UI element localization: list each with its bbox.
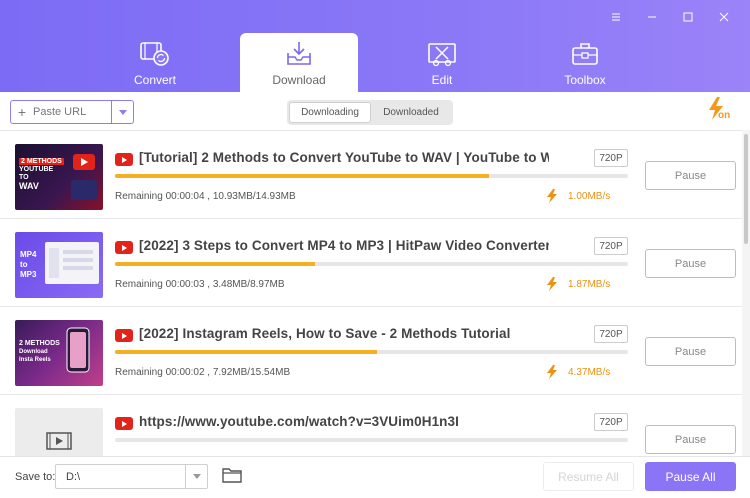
window-controls <box>608 9 732 25</box>
save-to-label: Save to: <box>15 471 56 483</box>
video-thumbnail <box>15 408 103 456</box>
download-item: https://www.youtube.com/watch?v=3VUim0H1… <box>0 395 742 456</box>
lightning-icon <box>547 277 557 291</box>
save-path-select[interactable]: D:\ <box>55 464 208 489</box>
thumb-text: MP4 <box>20 250 37 259</box>
scrollbar-thumb[interactable] <box>744 134 748 244</box>
download-speed: 1.87MB/s <box>546 277 610 291</box>
list-scrollbar[interactable] <box>742 130 750 456</box>
tab-toolbox[interactable]: Toolbox <box>526 33 644 92</box>
progress-bar <box>115 438 628 442</box>
youtube-icon <box>115 417 133 430</box>
video-title: [Tutorial] 2 Methods to Convert YouTube … <box>139 150 549 165</box>
youtube-icon <box>115 329 133 342</box>
download-item: MP4 to MP3 [2022] 3 Steps to Convert MP4… <box>0 219 742 307</box>
quality-badge: 720P <box>594 413 628 431</box>
speed-value: 1.00MB/s <box>568 190 611 202</box>
tab-toolbox-label: Toolbox <box>564 73 606 87</box>
tab-edit[interactable]: Edit <box>383 33 501 92</box>
tab-convert[interactable]: Convert <box>96 33 214 92</box>
video-thumbnail: 2 METHODS Download Insta Reels <box>15 320 103 386</box>
download-item: 2 METHODS YOUTUBE TO WAV [Tutorial] 2 Me… <box>0 131 742 219</box>
turbo-download-toggle[interactable]: on <box>706 96 732 122</box>
thumb-text: Download <box>19 349 48 355</box>
progress-bar <box>115 262 628 266</box>
tab-edit-label: Edit <box>431 73 453 87</box>
convert-icon <box>140 39 170 69</box>
tab-downloaded[interactable]: Downloaded <box>371 102 451 123</box>
chevron-down-icon <box>118 109 127 115</box>
pause-button[interactable]: Pause <box>645 337 736 366</box>
video-placeholder-icon <box>46 432 72 450</box>
download-icon <box>285 39 313 69</box>
quality-badge: 720P <box>594 149 628 167</box>
remaining-text: Remaining 00:00:02 , 7.92MB/15.54MB <box>115 367 291 378</box>
paste-url-button[interactable]: + Paste URL <box>10 100 134 124</box>
toolbox-icon <box>571 39 599 69</box>
resume-all-button[interactable]: Resume All <box>543 462 634 491</box>
thumb-text: TO <box>19 174 29 181</box>
thumb-text: MP3 <box>20 270 37 279</box>
paste-url-dropdown[interactable] <box>111 101 133 123</box>
remaining-text: Remaining 00:00:03 , 3.48MB/8.97MB <box>115 279 285 290</box>
video-title: [2022] 3 Steps to Convert MP4 to MP3 | H… <box>139 238 549 253</box>
video-title: [2022] Instagram Reels, How to Save - 2 … <box>139 326 511 341</box>
thumb-text: to <box>20 260 28 269</box>
save-path-dropdown[interactable] <box>185 465 207 488</box>
download-speed: 1.00MB/s <box>546 189 610 203</box>
video-thumbnail: MP4 to MP3 <box>15 232 103 298</box>
chevron-down-icon <box>192 474 201 479</box>
tab-convert-label: Convert <box>133 73 177 87</box>
footer-bar: Save to: D:\ Resume All Pause All <box>0 456 750 498</box>
progress-bar <box>115 350 628 354</box>
lightning-icon <box>547 365 557 379</box>
pause-button[interactable]: Pause <box>645 161 736 190</box>
tab-download-label: Download <box>272 73 326 87</box>
paste-url-label: Paste URL <box>33 106 87 118</box>
video-thumbnail: 2 METHODS YOUTUBE TO WAV <box>15 144 103 210</box>
minimize-icon[interactable] <box>644 9 660 25</box>
progress-bar <box>115 174 628 178</box>
plus-icon: + <box>17 104 27 120</box>
turbo-label: on <box>718 110 731 121</box>
close-icon[interactable] <box>716 9 732 25</box>
remaining-text: Remaining 00:00:04 , 10.93MB/14.93MB <box>115 191 296 202</box>
thumb-text: YOUTUBE <box>19 166 54 173</box>
download-speed: 4.37MB/s <box>546 365 610 379</box>
video-title: https://www.youtube.com/watch?v=3VUim0H1… <box>139 414 459 429</box>
tab-downloading[interactable]: Downloading <box>289 102 371 123</box>
save-path-value: D:\ <box>66 470 81 483</box>
download-item: 2 METHODS Download Insta Reels [2022] In… <box>0 307 742 395</box>
thumb-text: 2 METHODS <box>19 340 60 347</box>
edit-icon <box>427 39 457 69</box>
download-list: 2 METHODS YOUTUBE TO WAV [Tutorial] 2 Me… <box>0 130 742 456</box>
download-status-switch: Downloading Downloaded <box>287 100 453 125</box>
thumb-text: Insta Reels <box>19 357 51 363</box>
quality-badge: 720P <box>594 237 628 255</box>
quality-badge: 720P <box>594 325 628 343</box>
thumb-text: WAV <box>19 181 39 191</box>
pause-button[interactable]: Pause <box>645 425 736 454</box>
speed-value: 1.87MB/s <box>568 278 611 290</box>
pause-button[interactable]: Pause <box>645 249 736 278</box>
youtube-icon <box>115 241 133 254</box>
folder-icon[interactable] <box>222 467 242 488</box>
maximize-icon[interactable] <box>680 9 696 25</box>
lightning-icon <box>547 189 557 203</box>
toolbar: + Paste URL Downloading Downloaded on <box>0 92 750 130</box>
menu-icon[interactable] <box>608 9 624 25</box>
speed-value: 4.37MB/s <box>568 366 611 378</box>
app-header: Convert Download Edit Toolbox <box>0 0 750 92</box>
youtube-icon <box>115 153 133 166</box>
tab-download[interactable]: Download <box>240 33 358 92</box>
pause-all-button[interactable]: Pause All <box>645 462 736 491</box>
thumb-text: 2 METHODS <box>19 158 64 165</box>
